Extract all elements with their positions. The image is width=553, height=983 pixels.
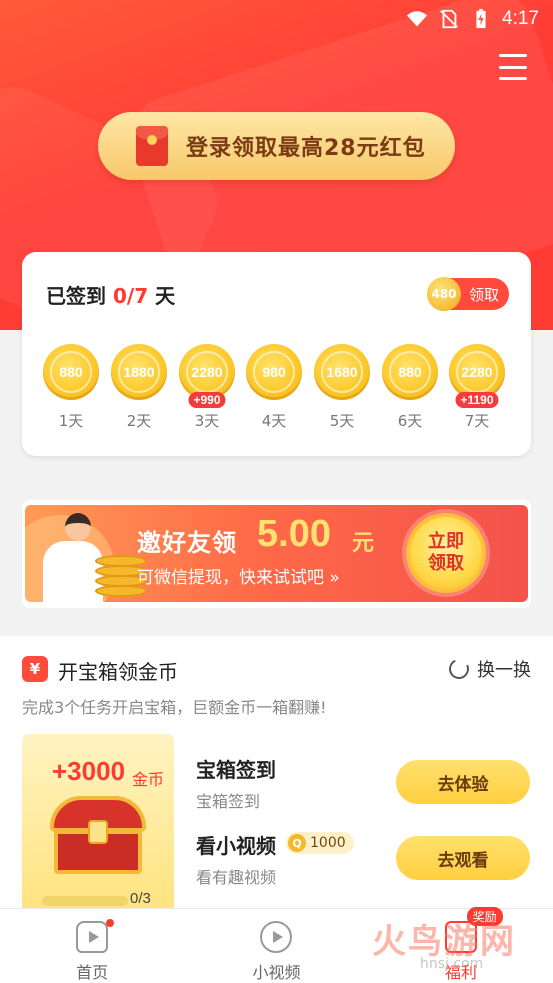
nav-home[interactable]: 首页 <box>0 909 184 983</box>
coin-icon: 980 <box>246 344 302 400</box>
menu-icon[interactable] <box>499 54 527 80</box>
status-bar: 4:17 <box>0 0 553 38</box>
red-packet-icon <box>136 126 168 166</box>
yuan-icon: ¥ <box>22 656 48 682</box>
signin-day: 980 4天 <box>245 344 303 434</box>
reward-badge: 奖励 <box>466 907 503 926</box>
nav-short-video[interactable]: 小视频 <box>184 909 368 983</box>
signin-status: 已签到 0/7 天 <box>46 284 176 308</box>
coin-reward-badge: Q 1000 <box>286 832 354 854</box>
bonus-badge: +1190 <box>455 392 499 408</box>
login-banner-text: 登录领取最高28元红包 <box>186 136 426 161</box>
bonus-badge: +990 <box>188 392 226 408</box>
signin-day: 880 1天 <box>42 344 100 434</box>
coin-icon: 480 <box>427 277 461 311</box>
invite-subtitle: 可微信提现，快来试试吧 » <box>137 568 340 588</box>
status-time: 4:17 <box>502 8 539 29</box>
task-desc: 宝箱签到 <box>196 792 261 811</box>
refresh-button[interactable]: 换一换 <box>446 656 531 682</box>
signin-day: 1680 5天 <box>313 344 371 434</box>
signin-day: 2280 +990 3天 <box>178 344 236 434</box>
section-title: 开宝箱领金币 <box>58 660 178 684</box>
task-title: 看小视频 <box>196 834 276 858</box>
task-desc: 看有趣视频 <box>196 868 277 887</box>
invite-amount: 5.00 <box>257 513 331 555</box>
signin-day: 880 6天 <box>381 344 439 434</box>
gift-icon <box>444 921 477 953</box>
coin-icon: 1680 <box>314 344 370 400</box>
try-button[interactable]: 去体验 <box>396 760 530 804</box>
refresh-icon <box>446 656 472 682</box>
invite-section: 邀好友领 5.00 元 可微信提现，快来试试吧 » 立即领取 <box>22 500 531 608</box>
chest-progress-bar <box>42 896 128 906</box>
treasure-section: ¥ 开宝箱领金币 换一换 完成3个任务开启宝箱，巨额金币一箱翻赚! +3000 … <box>0 636 553 926</box>
home-icon <box>76 921 109 953</box>
signin-day: 1880 2天 <box>110 344 168 434</box>
no-sim-icon <box>440 9 458 29</box>
nav-welfare[interactable]: 奖励 福利 <box>369 907 553 983</box>
invite-title: 邀好友领 <box>137 529 237 557</box>
coin-icon: 880 <box>382 344 438 400</box>
section-subtitle: 完成3个任务开启宝箱，巨额金币一箱翻赚! <box>22 698 327 717</box>
coin-icon: 2280 +990 <box>179 344 235 408</box>
signin-count: 0/7 <box>112 284 149 308</box>
signin-card: 已签到 0/7 天 480 领取 880 1天 1880 2天 2280 +99… <box>22 252 531 456</box>
claim-label: 领取 <box>468 286 499 304</box>
coin-icon: 1880 <box>111 344 167 400</box>
login-redpacket-banner[interactable]: 登录领取最高28元红包 <box>98 112 455 180</box>
watch-button[interactable]: 去观看 <box>396 836 530 880</box>
chest-progress: 0/3 <box>130 890 151 907</box>
coin-icon: 2280 +1190 <box>449 344 505 408</box>
q-coin-icon: Q <box>288 834 306 852</box>
signin-day: 2280 +1190 7天 <box>448 344 506 434</box>
claim-now-button[interactable]: 立即领取 <box>406 513 486 593</box>
bottom-nav: 首页 小视频 奖励 福利 <box>0 907 553 983</box>
treasure-chest-card[interactable]: +3000 金币 0/3 <box>22 734 174 926</box>
person-illustration <box>43 541 103 602</box>
treasure-chest-icon <box>50 796 146 876</box>
invite-banner[interactable]: 邀好友领 5.00 元 可微信提现，快来试试吧 » 立即领取 <box>25 505 528 602</box>
task-title: 宝箱签到 <box>196 758 276 782</box>
coin-icon: 880 <box>43 344 99 400</box>
claim-button[interactable]: 480 领取 <box>427 277 509 311</box>
wifi-icon <box>406 11 428 27</box>
notification-dot <box>106 919 114 927</box>
invite-unit: 元 <box>352 531 375 556</box>
play-icon <box>260 921 293 953</box>
chest-reward: +3000 <box>52 756 126 786</box>
battery-charging-icon <box>476 8 486 29</box>
